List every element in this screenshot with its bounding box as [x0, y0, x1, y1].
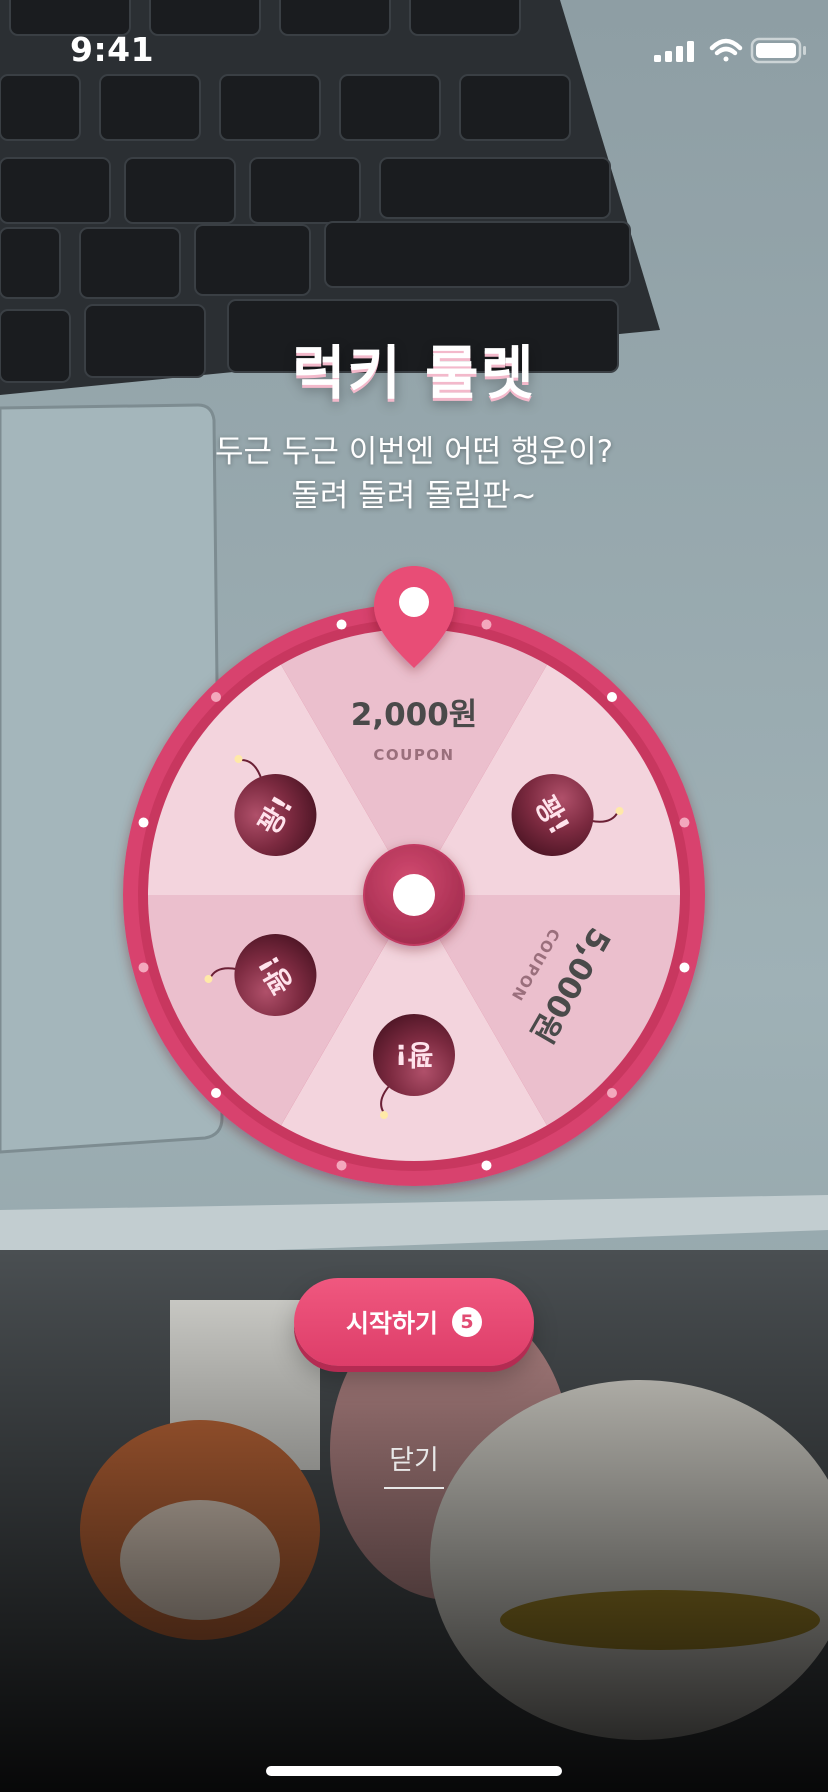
background-photo	[0, 0, 828, 1792]
close-button[interactable]: 닫기	[364, 1438, 464, 1477]
page-title: 럭키 룰렛	[292, 339, 536, 407]
subtitle-line-1: 두근 두근 이번엔 어떤 행운이?	[214, 434, 614, 470]
battery-icon	[750, 37, 806, 64]
status-icons	[654, 37, 806, 64]
start-button[interactable]: 시작하기 5	[294, 1278, 534, 1366]
wifi-icon	[709, 38, 743, 62]
subtitle-line-2: 돌려 돌려 돌림판~	[291, 478, 537, 514]
status-bar: 9:41	[0, 0, 828, 100]
signal-icon	[654, 41, 694, 62]
start-button-label: 시작하기	[345, 1309, 438, 1338]
remaining-count-badge: 5	[452, 1307, 482, 1337]
close-underline	[384, 1487, 444, 1489]
status-time: 9:41	[70, 30, 155, 69]
home-indicator[interactable]	[266, 1766, 562, 1776]
